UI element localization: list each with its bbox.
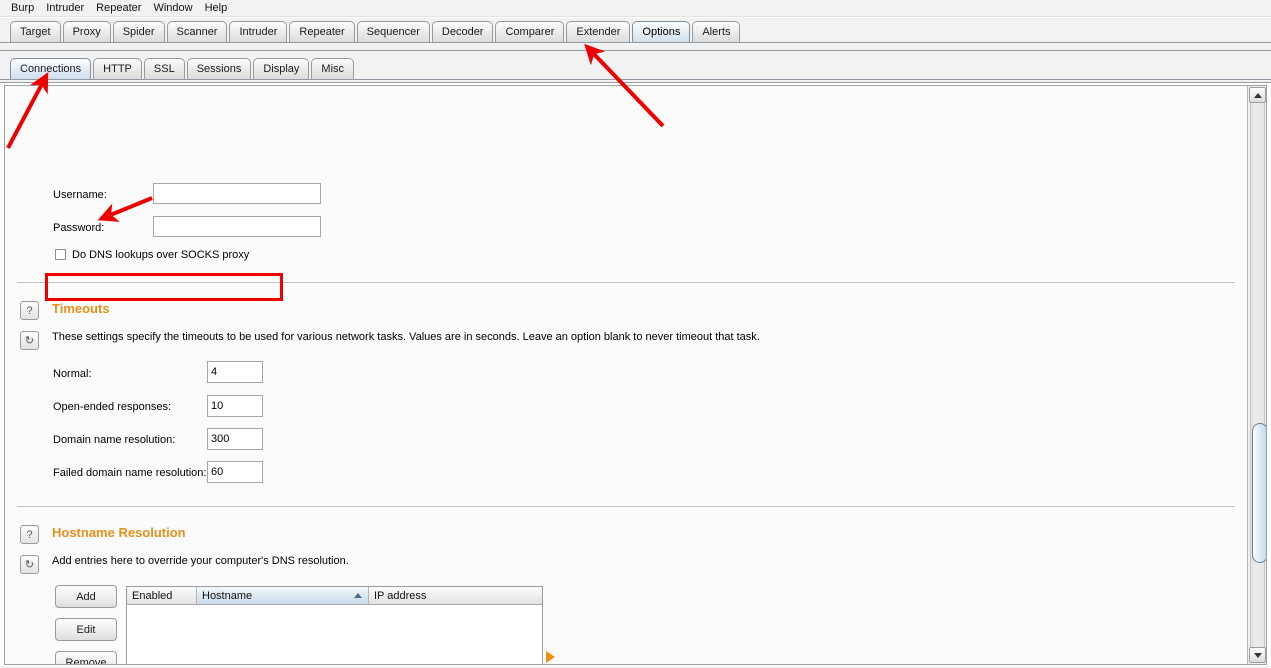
column-header-ip-address[interactable]: IP address — [369, 587, 542, 605]
timeout-domain-resolution-input[interactable] — [207, 428, 263, 450]
tab-comparer[interactable]: Comparer — [495, 21, 565, 42]
burp-suite-window: Burp Intruder Repeater Window Help Targe… — [0, 0, 1271, 668]
timeout-domain-resolution-label: Domain name resolution: — [53, 434, 176, 446]
table-body-empty[interactable] — [127, 605, 542, 664]
tab-repeater[interactable]: Repeater — [289, 21, 355, 42]
subtab-ssl[interactable]: SSL — [143, 58, 185, 79]
timeout-normal-input[interactable] — [207, 361, 263, 383]
tab-proxy[interactable]: Proxy — [62, 21, 111, 42]
tab-decoder[interactable]: Decoder — [431, 21, 494, 42]
column-header-hostname-label: Hostname — [202, 589, 253, 602]
separator-1 — [17, 282, 1235, 283]
main-tab-underline — [0, 42, 1271, 51]
subtab-display[interactable]: Display — [253, 58, 310, 79]
tab-extender[interactable]: Extender — [566, 21, 631, 42]
options-scroll-viewport: Username: Password: Do DNS lookups over … — [5, 86, 1247, 664]
menu-bar: Burp Intruder Repeater Window Help — [0, 0, 1271, 17]
subtab-http[interactable]: HTTP — [93, 58, 142, 79]
subtab-connections[interactable]: Connections — [10, 58, 92, 79]
column-header-hostname[interactable]: Hostname — [197, 587, 369, 605]
column-header-enabled[interactable]: Enabled — [127, 587, 197, 605]
tab-scanner[interactable]: Scanner — [166, 21, 228, 42]
scrollbar-track[interactable] — [1250, 103, 1266, 647]
dns-over-socks-label: Do DNS lookups over SOCKS proxy — [72, 249, 250, 261]
sub-tab-underline — [0, 79, 1271, 83]
scroll-down-button[interactable] — [1249, 647, 1266, 663]
tab-sequencer[interactable]: Sequencer — [356, 21, 430, 42]
tab-spider[interactable]: Spider — [112, 21, 165, 42]
tab-intruder[interactable]: Intruder — [229, 21, 288, 42]
separator-2 — [17, 506, 1235, 507]
subtab-sessions[interactable]: Sessions — [186, 58, 252, 79]
password-label: Password: — [53, 222, 105, 234]
vertical-scrollbar[interactable] — [1247, 86, 1266, 664]
menu-item-help[interactable]: Help — [199, 1, 234, 16]
password-input[interactable] — [153, 216, 321, 237]
arrow-up-icon — [1253, 92, 1262, 98]
scrollbar-thumb[interactable] — [1252, 423, 1266, 563]
remove-button[interactable]: Remove — [55, 651, 117, 664]
timeout-open-ended-label: Open-ended responses: — [53, 401, 172, 413]
menu-item-repeater[interactable]: Repeater — [90, 1, 147, 16]
arrow-down-icon — [1253, 652, 1262, 658]
hostname-resolution-table[interactable]: Enabled Hostname IP address — [126, 586, 543, 664]
timeouts-refresh-icon[interactable]: ↻ — [20, 331, 39, 350]
username-label: Username: — [53, 189, 107, 201]
timeouts-help-icon[interactable]: ? — [20, 301, 39, 320]
tab-target[interactable]: Target — [10, 21, 61, 42]
timeouts-section-title: Timeouts — [52, 301, 110, 316]
hostname-section-title: Hostname Resolution — [52, 525, 186, 540]
menu-item-window[interactable]: Window — [147, 1, 198, 16]
edit-button[interactable]: Edit — [55, 618, 117, 641]
add-button[interactable]: Add — [55, 585, 117, 608]
tab-options[interactable]: Options — [632, 21, 691, 42]
menu-item-burp[interactable]: Burp — [5, 1, 40, 16]
timeout-normal-label: Normal: — [53, 368, 92, 380]
timeout-open-ended-input[interactable] — [207, 395, 263, 417]
table-header-row: Enabled Hostname IP address — [127, 587, 542, 605]
main-tab-bar: Target Proxy Spider Scanner Intruder Rep… — [0, 18, 1271, 42]
scroll-up-button[interactable] — [1249, 87, 1266, 103]
sort-ascending-icon — [354, 593, 362, 598]
timeout-failed-domain-input[interactable] — [207, 461, 263, 483]
hostname-help-icon[interactable]: ? — [20, 525, 39, 544]
hostname-section-description: Add entries here to override your comput… — [52, 555, 349, 567]
triangle-right-icon[interactable] — [546, 651, 555, 663]
subtab-misc[interactable]: Misc — [311, 58, 355, 79]
options-content-panel: Username: Password: Do DNS lookups over … — [4, 85, 1267, 665]
hostname-refresh-icon[interactable]: ↻ — [20, 555, 39, 574]
dns-over-socks-checkbox[interactable] — [55, 249, 66, 260]
tab-alerts[interactable]: Alerts — [692, 21, 741, 42]
menu-item-intruder[interactable]: Intruder — [40, 1, 90, 16]
username-input[interactable] — [153, 183, 321, 204]
sub-tab-bar: Connections HTTP SSL Sessions Display Mi… — [0, 51, 1271, 79]
timeout-failed-domain-label: Failed domain name resolution: — [53, 467, 207, 479]
timeouts-section-description: These settings specify the timeouts to b… — [52, 331, 760, 343]
